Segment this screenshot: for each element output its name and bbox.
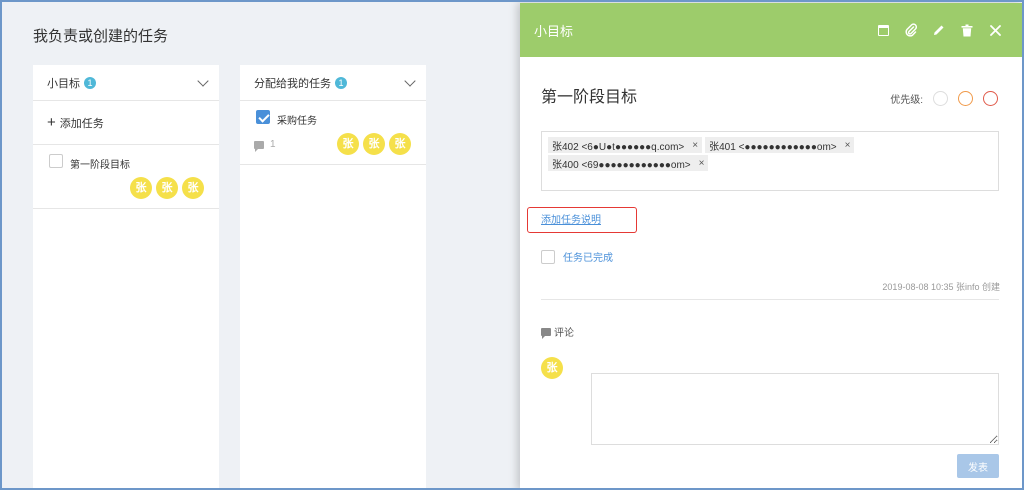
member-chip: 张401 <●●●●●●●●●●●●om> × bbox=[705, 137, 855, 153]
column-assigned-to-me: 分配给我的任务 1 采购任务 1 张 张 张 bbox=[240, 65, 426, 490]
assignee-avatars: 张 张 张 bbox=[130, 177, 204, 199]
panel-title: 小目标 bbox=[534, 23, 574, 39]
panel-header: 小目标 bbox=[520, 3, 1022, 57]
task-detail-panel: 小目标 第一阶段目标 优先级: 张402 <6●U●t●●●●●●q.com> … bbox=[520, 3, 1022, 490]
paperclip-icon[interactable] bbox=[904, 23, 918, 37]
comment-icon bbox=[254, 140, 264, 152]
panel-toolbar bbox=[876, 3, 1002, 57]
comments-label: 评论 bbox=[554, 328, 574, 339]
remove-member-button[interactable]: × bbox=[845, 140, 851, 151]
comment-count: 1 bbox=[254, 139, 276, 152]
priority-low-option[interactable] bbox=[933, 91, 948, 106]
avatar[interactable]: 张 bbox=[182, 177, 204, 199]
member-chip: 张402 <6●U●t●●●●●●q.com> × bbox=[548, 137, 703, 153]
chevron-down-icon[interactable] bbox=[197, 75, 209, 87]
task-title[interactable]: 第一阶段目标 bbox=[70, 156, 130, 171]
comments-heading: 评论 bbox=[541, 324, 574, 339]
task-checkbox[interactable] bbox=[49, 154, 63, 168]
comment-count-value: 1 bbox=[270, 139, 276, 150]
close-icon[interactable] bbox=[988, 23, 1002, 37]
send-comment-button[interactable]: 发表 bbox=[957, 454, 999, 478]
task-checkbox-checked[interactable] bbox=[256, 110, 270, 124]
column-title: 分配给我的任务 bbox=[254, 77, 331, 90]
task-title-heading[interactable]: 第一阶段目标 bbox=[541, 83, 637, 107]
completed-label: 任务已完成 bbox=[563, 253, 613, 264]
priority-medium-option[interactable] bbox=[958, 91, 973, 106]
avatar[interactable]: 张 bbox=[363, 133, 385, 155]
member-label: 张400 <69●●●●●●●●●●●●om> bbox=[552, 159, 691, 171]
add-task-label: 添加任务 bbox=[59, 117, 104, 130]
remove-member-button[interactable]: × bbox=[692, 140, 698, 151]
avatar[interactable]: 张 bbox=[156, 177, 178, 199]
task-card[interactable]: 采购任务 1 张 张 张 bbox=[240, 101, 426, 165]
task-title[interactable]: 采购任务 bbox=[277, 112, 317, 127]
count-badge: 1 bbox=[335, 76, 347, 89]
member-label: 张401 <●●●●●●●●●●●●om> bbox=[709, 141, 837, 153]
trash-icon[interactable] bbox=[960, 23, 974, 37]
comment-input[interactable] bbox=[591, 373, 999, 445]
avatar[interactable]: 张 bbox=[337, 133, 359, 155]
assignee-avatars: 张 张 张 bbox=[337, 133, 411, 155]
member-chip: 张400 <69●●●●●●●●●●●●om> × bbox=[548, 155, 709, 171]
priority-selector: 优先级: bbox=[890, 91, 998, 106]
remove-member-button[interactable]: × bbox=[699, 158, 705, 169]
column-xiaomubiao: 小目标 1 + 添加任务 第一阶段目标 张 张 张 bbox=[33, 65, 219, 490]
avatar[interactable]: 张 bbox=[130, 177, 152, 199]
divider bbox=[541, 299, 999, 300]
avatar[interactable]: 张 bbox=[389, 133, 411, 155]
current-user-avatar: 张 bbox=[541, 357, 563, 379]
task-card[interactable]: 第一阶段目标 张 张 张 bbox=[33, 145, 219, 209]
add-task-button[interactable]: + 添加任务 bbox=[33, 101, 219, 145]
member-label: 张402 <6●U●t●●●●●●q.com> bbox=[552, 141, 685, 153]
page-title: 我负责或创建的任务 bbox=[33, 28, 169, 45]
created-meta: 2019-08-08 10:35 张info 创建 bbox=[882, 282, 1000, 292]
completed-checkbox[interactable] bbox=[541, 249, 555, 264]
column-title: 小目标 bbox=[47, 77, 80, 90]
priority-label: 优先级: bbox=[890, 95, 923, 106]
add-description-link[interactable]: 添加任务说明 bbox=[541, 211, 601, 226]
column-header[interactable]: 分配给我的任务 1 bbox=[240, 65, 426, 101]
members-field[interactable]: 张402 <6●U●t●●●●●●q.com> × 张401 <●●●●●●●●… bbox=[541, 131, 999, 191]
comment-icon bbox=[541, 327, 551, 339]
pencil-icon[interactable] bbox=[932, 23, 946, 37]
calendar-icon[interactable] bbox=[876, 23, 890, 37]
column-header[interactable]: 小目标 1 bbox=[33, 65, 219, 101]
count-badge: 1 bbox=[84, 76, 96, 89]
priority-high-option[interactable] bbox=[983, 91, 998, 106]
plus-icon: + bbox=[47, 114, 56, 131]
chevron-down-icon[interactable] bbox=[404, 75, 416, 87]
task-completed-toggle[interactable]: 任务已完成 bbox=[541, 249, 613, 264]
